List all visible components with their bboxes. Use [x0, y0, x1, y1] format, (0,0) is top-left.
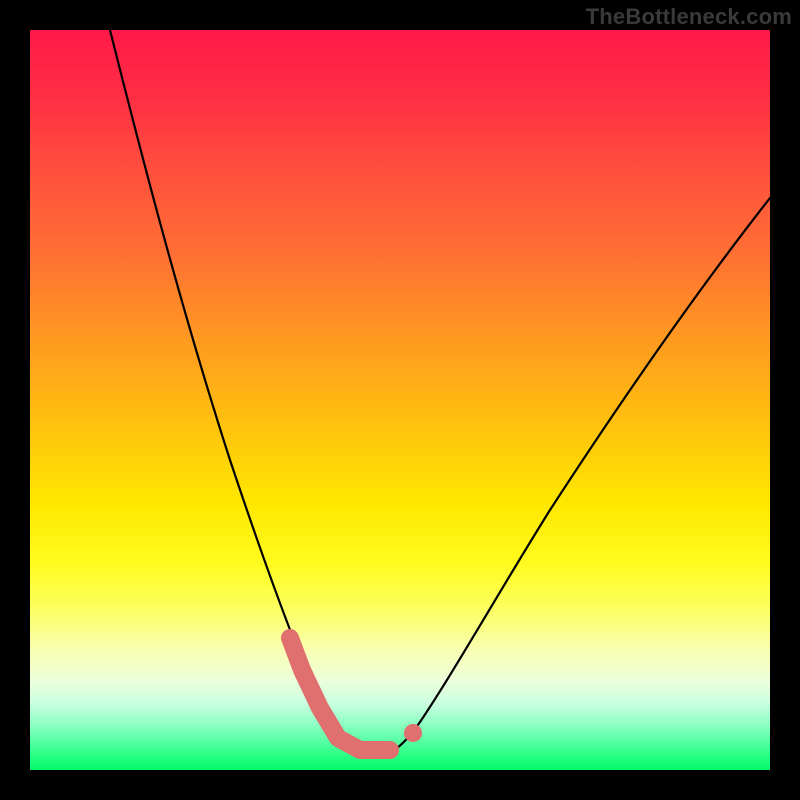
- curve-layer: [30, 30, 770, 770]
- plot-area: [30, 30, 770, 770]
- chart-frame: TheBottleneck.com: [0, 0, 800, 800]
- watermark-text: TheBottleneck.com: [586, 4, 792, 30]
- bottleneck-curve: [105, 30, 770, 756]
- highlight-marker-segment: [290, 638, 390, 750]
- highlight-marker-dot: [404, 724, 422, 742]
